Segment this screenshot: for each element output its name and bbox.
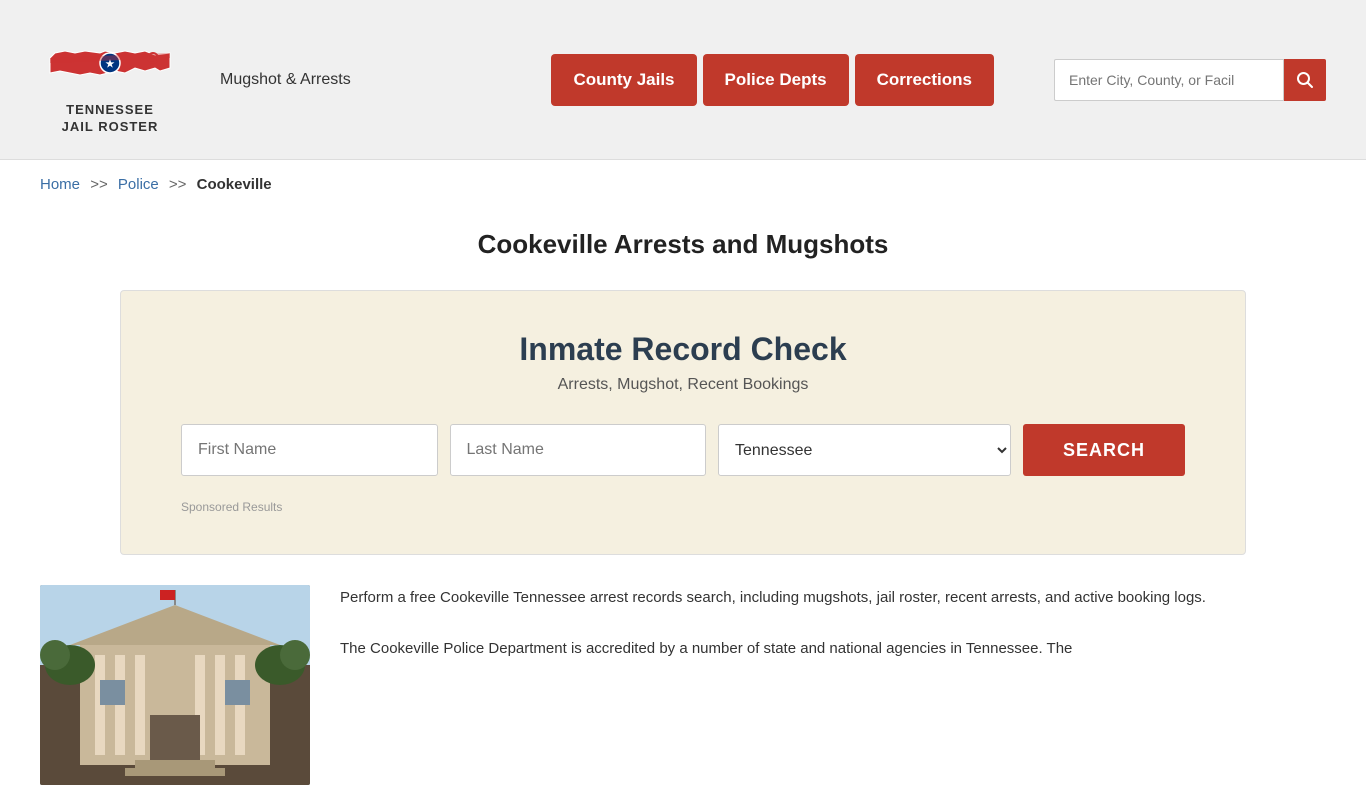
search-icon (1296, 71, 1314, 89)
nav-buttons: County Jails Police Depts Corrections (551, 54, 994, 106)
site-header: ★ TENNESSEE JAIL ROSTER Mugshot & Arrest… (0, 0, 1366, 160)
breadcrumb-sep2: >> (169, 176, 187, 193)
record-check-form: AlabamaAlaskaArizonaArkansasCaliforniaCo… (181, 424, 1185, 476)
building-illustration (40, 585, 310, 785)
content-description: Perform a free Cookeville Tennessee arre… (340, 585, 1326, 785)
record-check-subtitle: Arrests, Mugshot, Recent Bookings (181, 376, 1185, 394)
logo-icon: ★ (45, 23, 175, 98)
corrections-button[interactable]: Corrections (855, 54, 994, 106)
record-check-search-button[interactable]: SEARCH (1023, 424, 1185, 476)
last-name-input[interactable] (450, 424, 707, 476)
record-check-box: Inmate Record Check Arrests, Mugshot, Re… (120, 290, 1246, 555)
sponsored-label: Sponsored Results (181, 500, 1185, 514)
logo-text: TENNESSEE JAIL ROSTER (62, 102, 159, 136)
breadcrumb-home-link[interactable]: Home (40, 176, 80, 193)
page-title: Cookeville Arrests and Mugshots (0, 229, 1366, 260)
breadcrumb-police-link[interactable]: Police (118, 176, 159, 193)
header-search-button[interactable] (1284, 59, 1326, 101)
header-search-input[interactable] (1054, 59, 1284, 101)
first-name-input[interactable] (181, 424, 438, 476)
header-search-area (1054, 59, 1326, 101)
breadcrumb-sep1: >> (90, 176, 108, 193)
content-paragraph-2: The Cookeville Police Department is accr… (340, 636, 1326, 662)
mugshot-arrests-link[interactable]: Mugshot & Arrests (220, 71, 351, 89)
county-jails-button[interactable]: County Jails (551, 54, 696, 106)
svg-text:★: ★ (106, 59, 115, 70)
content-paragraph-1: Perform a free Cookeville Tennessee arre… (340, 585, 1326, 611)
content-area: Perform a free Cookeville Tennessee arre… (0, 585, 1366, 785)
police-depts-button[interactable]: Police Depts (703, 54, 849, 106)
logo-area: ★ TENNESSEE JAIL ROSTER (40, 23, 180, 136)
state-select[interactable]: AlabamaAlaskaArizonaArkansasCaliforniaCo… (718, 424, 1011, 476)
breadcrumb-current: Cookeville (197, 176, 272, 193)
record-check-title: Inmate Record Check (181, 331, 1185, 368)
cookeville-building-image (40, 585, 310, 785)
breadcrumb: Home >> Police >> Cookeville (0, 160, 1366, 209)
